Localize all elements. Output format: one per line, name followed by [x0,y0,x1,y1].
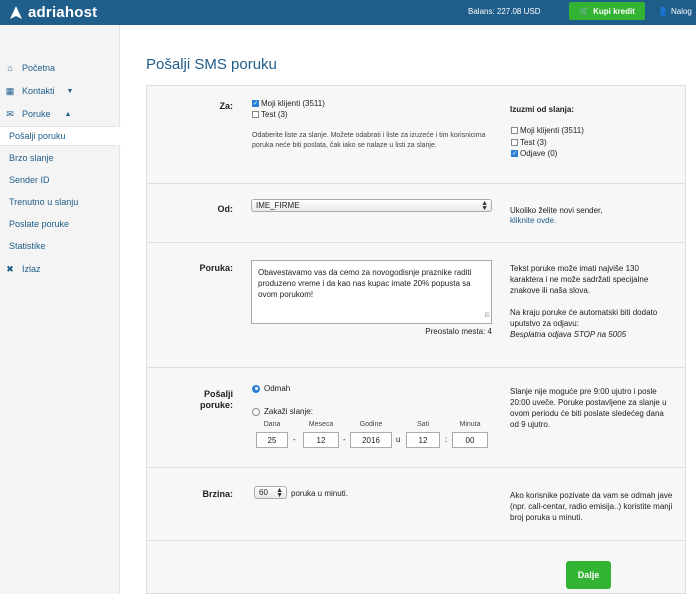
za-option-moji-klijenti[interactable]: ✓ Moji klijenti (3511) [252,99,325,108]
checkbox-label: Test (3) [520,138,547,147]
new-sender-link[interactable]: kliknite ovde. [510,215,556,226]
checkbox-label: Moji klijenti (3511) [520,126,584,135]
checkbox-label: Test (3) [261,110,288,119]
time-separator: : [445,435,448,444]
sidebar-item-label: Kontakti [22,86,55,96]
checkbox-checked-icon: ✓ [252,100,259,107]
sidebar-subitem-statistike[interactable]: Statistike [0,236,120,256]
sender-select[interactable]: IME_FIRME ▲ ▼ [251,199,492,212]
hour-input[interactable]: 12 [406,432,440,448]
resize-grip-icon[interactable]: ⋿ [485,311,490,322]
za-label: Za: [219,101,234,111]
exclude-option-test[interactable]: Test (3) [511,138,547,147]
sidebar-item-poruke[interactable]: ✉ Poruke ▲ [0,104,120,124]
month-input[interactable]: 12 [303,432,339,448]
buy-credit-label: Kupi kredit [593,6,635,16]
next-button[interactable]: Dalje [566,561,611,589]
radio-selected-icon [252,384,260,393]
select-arrows-icon: ▲ ▼ [276,487,283,499]
brzina-label: Brzina: [202,489,233,499]
account-menu[interactable]: 👤 Nalog [658,7,692,16]
date-separator: - [343,435,346,444]
sidebar-subitem-trenutno-u-slanju[interactable]: Trenutno u slanju [0,192,120,212]
section-divider [146,540,686,541]
schedule-help-text: Slanje nije moguće pre 9:00 ujutro i pos… [510,387,667,429]
chevron-up-icon: ▲ [64,110,72,118]
top-bar: adriahost Balans: 227.08 USD 🛒 Kupi kred… [0,0,696,25]
poruka-label: Poruka: [199,263,233,273]
page-title: Pošalji SMS poruku [146,56,277,73]
section-divider [146,367,686,368]
sidebar-item-label: Poruke [22,109,51,119]
buy-credit-button[interactable]: 🛒 Kupi kredit [569,2,645,20]
close-circle-icon: ✖ [6,263,14,274]
checkbox-icon [252,111,259,118]
message-textarea[interactable]: Obavestavamo vas da cemo za novogodisnje… [251,260,492,324]
section-divider [146,183,686,184]
user-icon: 👤 [658,7,668,16]
day-input[interactable]: 25 [256,432,288,448]
schedule-radio[interactable]: Zakaži slanje: [252,407,313,416]
speed-select[interactable]: 60 ▲ ▼ [254,486,287,499]
sidebar-item-izlaz[interactable]: ✖ Izlaz [0,259,120,279]
posalji-label-line1: Pošalji [203,389,233,399]
logo-text: adriahost [28,4,98,21]
sidebar-subitem-posalji-poruku[interactable]: Pošalji poruku [0,126,121,146]
sidebar-item-label: Početna [22,63,56,73]
cart-icon: 🛒 [579,6,590,16]
send-now-radio[interactable]: Odmah [252,384,290,393]
sidebar-item-kontakti[interactable]: ▦ Kontakti ▼ [0,81,120,101]
month-header: Meseca [308,421,334,428]
radio-label: Zakaži slanje: [264,407,313,416]
chevron-down-icon: ▼ [66,87,74,95]
checkbox-checked-icon: ✓ [511,150,518,157]
exclude-option-odjave[interactable]: ✓ Odjave (0) [511,149,557,158]
radio-icon [252,407,260,416]
book-icon: ▦ [5,85,15,96]
envelope-icon: ✉ [6,108,14,119]
checkbox-icon [511,139,518,146]
account-label: Nalog [670,7,692,16]
za-help-text: Odaberite liste za slanje. Možete odabra… [252,132,486,149]
section-divider [146,242,686,243]
balance-label: Balans: 227.08 USD [468,7,541,16]
home-icon: ⌂ [7,63,13,73]
message-text: Obavestavamo vas da cemo za novogodisnje… [258,268,472,299]
exclude-title: Izuzmi od slanja: [510,105,575,114]
message-help-text: Tekst poruke može imati najviše 130 kara… [510,264,649,295]
logo[interactable]: adriahost [8,4,97,21]
unsubscribe-instruction: Besplatna odjava STOP na 5005 [510,330,627,339]
date-time-separator: u [396,435,401,444]
radio-label: Odmah [264,384,291,393]
sender-select-value: IME_FIRME [256,201,300,210]
year-header: Godine [359,421,383,428]
sidebar-subitem-brzo-slanje[interactable]: Brzo slanje [0,148,120,168]
day-header: Dana [263,421,281,428]
checkbox-icon [511,127,518,134]
hour-header: Sati [416,421,430,428]
exclude-option-moji-klijenti[interactable]: Moji klijenti (3511) [511,126,584,135]
date-separator: - [293,435,296,444]
checkbox-label: Moji klijenti (3511) [261,99,325,108]
sidebar-subitem-poslate-poruke[interactable]: Poslate poruke [0,214,120,234]
logo-mark-icon [10,5,22,19]
select-arrows-icon: ▲ ▼ [481,200,488,212]
minute-header: Minuta [459,421,481,428]
minute-input[interactable]: 00 [452,432,488,448]
sidebar-item-label: Izlaz [22,264,41,274]
year-input[interactable]: 2016 [350,432,392,448]
section-divider [146,467,686,468]
speed-select-value: 60 [259,488,268,497]
sidebar-item-pocetna[interactable]: ⌂ Početna [0,58,120,78]
za-option-test[interactable]: Test (3) [252,110,288,119]
posalji-label-line2: poruke: [199,400,233,410]
sidebar-subitem-sender-id[interactable]: Sender ID [0,170,120,190]
od-label: Od: [217,204,234,214]
speed-help-text: Ako korisnike pozivate da vam se odmah j… [510,491,673,522]
speed-suffix: poruka u minuti. [291,489,348,498]
remaining-chars: Preostalo mesta: 4 [425,327,492,336]
unsubscribe-help-text: Na kraju poruke će automatski biti dodat… [510,308,658,328]
checkbox-label: Odjave (0) [520,149,558,158]
